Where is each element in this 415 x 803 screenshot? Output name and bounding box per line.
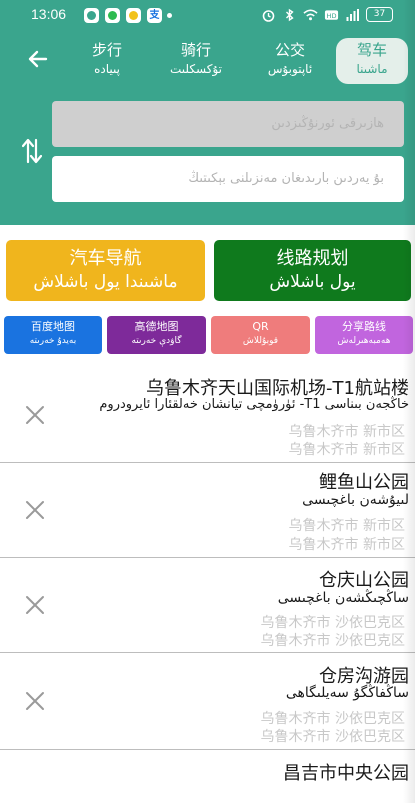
- baidu-map-button[interactable]: 百度地图 بەيدۇ خەرىتە: [4, 316, 102, 354]
- place-address: 乌鲁木齐市 新市区: [288, 537, 405, 553]
- delete-icon[interactable]: [24, 499, 46, 521]
- place-address: 乌鲁木齐市 沙依巴克区: [260, 633, 405, 649]
- car-navigation-button[interactable]: 汽车导航 ماشىندا يول باشلاش: [6, 240, 205, 301]
- share-route-button[interactable]: 分享路线 ھەمبەھىرلەش: [315, 316, 413, 354]
- wifi-icon: [303, 9, 318, 20]
- place-name-ug: ساڭچىڭشەن باغچىسى: [277, 590, 409, 606]
- start-location-input[interactable]: ھازىرقى ئورنۇڭىزدىن: [52, 101, 404, 147]
- delete-icon[interactable]: [24, 594, 46, 616]
- battery-indicator: 37: [366, 7, 393, 22]
- place-address: 乌鲁木齐市 沙依巴克区: [260, 729, 405, 745]
- delete-icon[interactable]: [24, 690, 46, 712]
- tab-drive[interactable]: 驾车 ماشىنا: [336, 38, 408, 84]
- more-notifications-dot: [167, 13, 172, 18]
- notification-app-icon: [126, 8, 141, 23]
- alarm-icon: [262, 9, 275, 22]
- list-item[interactable]: 仓房沟游园 ساڭفاڭگۇ سەيلىگاھى 乌鲁木齐市 沙依巴克区 乌鲁木…: [0, 653, 415, 750]
- wechat-icon: [105, 8, 120, 23]
- place-name: 鲤鱼山公园: [319, 472, 409, 493]
- delete-icon[interactable]: [24, 404, 46, 426]
- list-item[interactable]: 仓庆山公园 ساڭچىڭشەن باغچىسى 乌鲁木齐市 沙依巴克区 乌鲁木齐…: [0, 558, 415, 653]
- route-header: 步行 پىيادە 骑行 تۇكسكلىت 公交 ئاپتوبۇس 驾车 ماش…: [0, 31, 415, 225]
- gaode-map-button[interactable]: 高德地图 گاۋدې خەرىتە: [107, 316, 206, 354]
- status-icons: HD 37: [261, 7, 393, 22]
- swap-icon[interactable]: [22, 138, 42, 164]
- list-item[interactable]: 昌吉市中央公园: [0, 750, 415, 803]
- place-address: 乌鲁木齐市 沙依巴克区: [260, 615, 405, 631]
- place-name-ug: ساڭفاڭگۇ سەيلىگاھى: [285, 685, 409, 701]
- place-name-ug: ئۈرۈمچى تيانشان خەلقئارا ئايرودروم -T1 خ…: [99, 397, 409, 412]
- place-address: 乌鲁木齐市 新市区: [288, 442, 405, 458]
- hd-icon: HD: [324, 9, 339, 19]
- screen-edge: [403, 0, 415, 803]
- place-address: 乌鲁木齐市 新市区: [288, 424, 405, 440]
- list-item[interactable]: 乌鲁木齐天山国际机场-T1航站楼 ئۈرۈمچى تيانشان خەلقئار…: [0, 366, 415, 463]
- place-name: 仓庆山公园: [319, 570, 409, 591]
- alipay-icon: 支: [147, 8, 162, 23]
- place-address: 乌鲁木齐市 新市区: [288, 518, 405, 534]
- tab-bike[interactable]: 骑行 تۇكسكلىت: [156, 38, 236, 84]
- qr-button[interactable]: QR قوبۇللاش: [211, 316, 310, 354]
- destination-input[interactable]: بۇ يەردىن بارىدىغان مەنزىلنى بېكىتىڭ: [52, 156, 404, 202]
- place-name: 昌吉市中央公园: [283, 763, 409, 784]
- place-address: 乌鲁木齐市 沙依巴克区: [260, 711, 405, 727]
- tab-bus[interactable]: 公交 ئاپتوبۇس: [252, 38, 328, 84]
- place-name-ug: لىيۇشەن باغچىسى: [302, 492, 409, 508]
- signal-icon: [346, 8, 359, 21]
- status-bar: 13:06 支 HD 37: [0, 0, 415, 31]
- route-planning-button[interactable]: 线路规划 يول باشلاش: [214, 240, 411, 301]
- notification-app-icon: [84, 8, 99, 23]
- svg-text:HD: HD: [327, 11, 337, 19]
- list-item[interactable]: 鲤鱼山公园 لىيۇشەن باغچىسى 乌鲁木齐市 新市区 乌鲁木齐市 新市…: [0, 463, 415, 558]
- tab-walk[interactable]: 步行 پىيادە: [68, 38, 146, 84]
- back-arrow-icon[interactable]: [26, 47, 50, 71]
- bluetooth-icon: [286, 8, 294, 21]
- status-time: 13:06: [31, 6, 67, 22]
